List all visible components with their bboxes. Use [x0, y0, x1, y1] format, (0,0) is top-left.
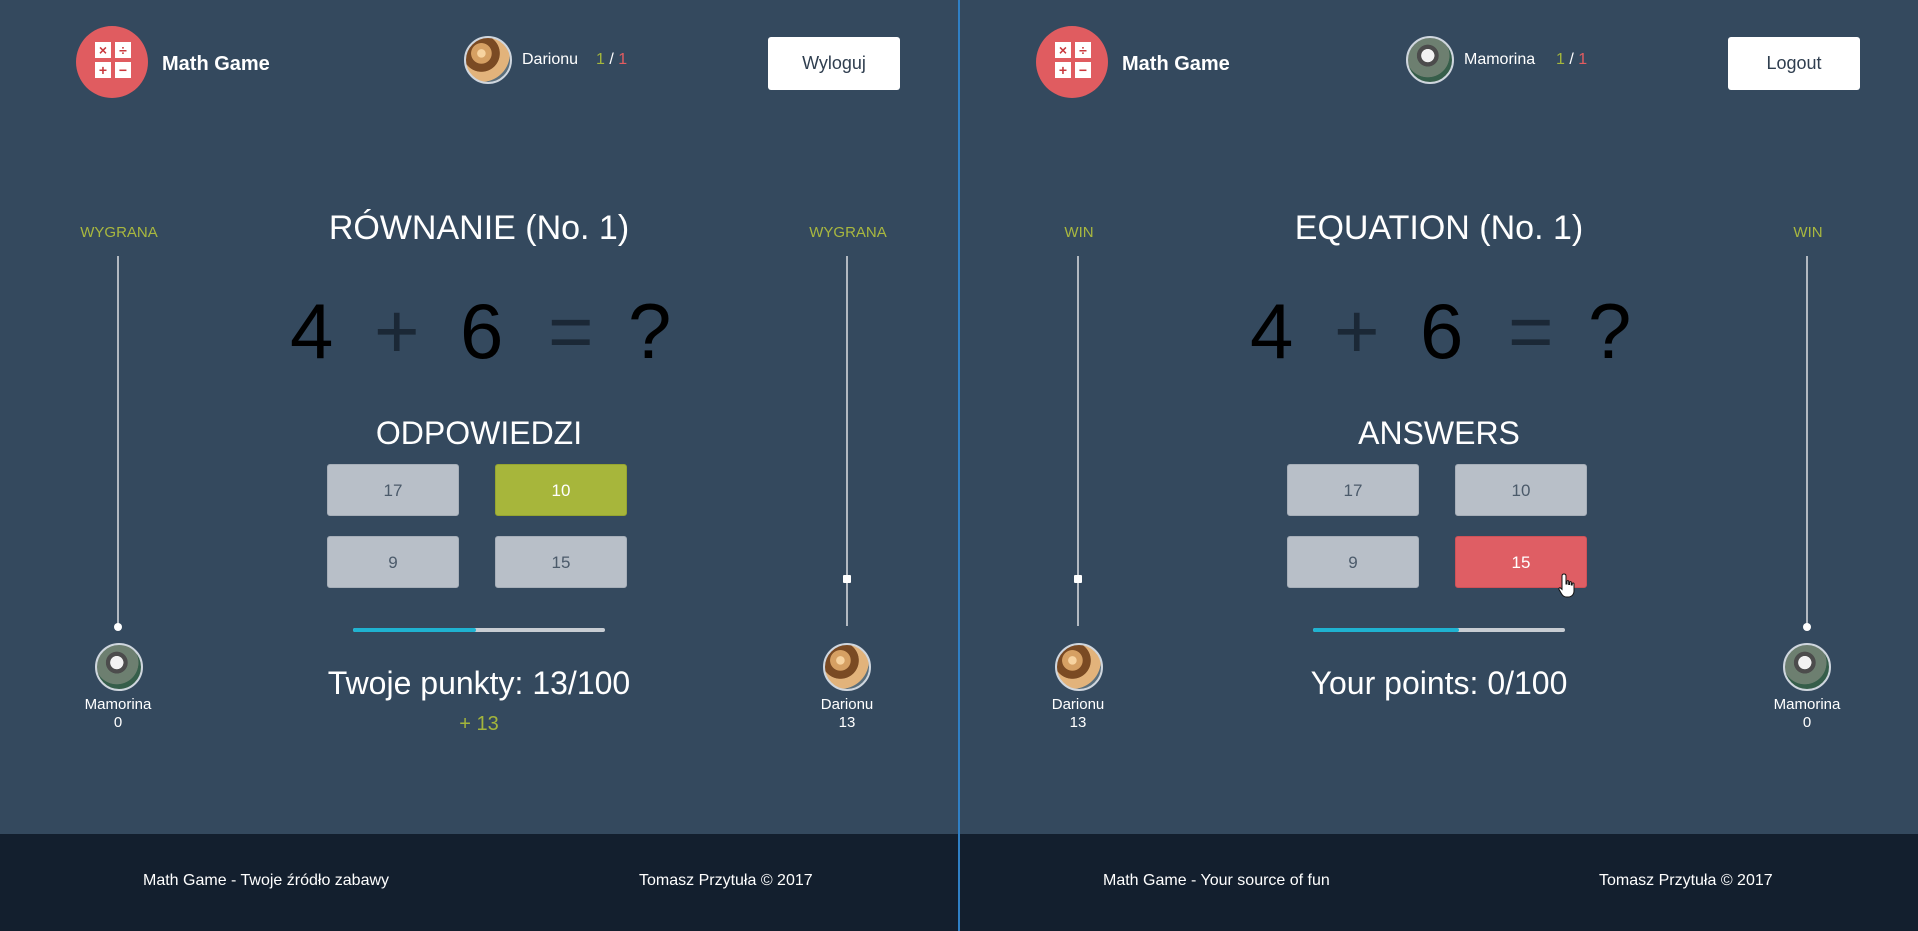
logout-button[interactable]: Logout	[1728, 37, 1860, 90]
plus-icon: +	[95, 62, 111, 78]
math-game-logo-icon[interactable]: × ÷ + −	[1036, 26, 1108, 98]
answer-button[interactable]: 15	[495, 536, 627, 588]
tiger-avatar	[1055, 643, 1103, 691]
username: Darionu	[522, 51, 579, 68]
footer: Math Game - Twoje źródło zabawy Tomasz P…	[0, 834, 958, 931]
progress-fill	[1313, 628, 1460, 632]
equals-sign: =	[1508, 287, 1554, 375]
score-separator: /	[1564, 51, 1579, 68]
answer-button[interactable]: 10	[1455, 464, 1587, 516]
player-score: 0	[1802, 714, 1812, 731]
player-name: Mamorina	[84, 696, 152, 713]
win-loss-score: 1 / 1	[596, 51, 627, 69]
plus-icon: +	[1055, 62, 1071, 78]
wins-count: 1	[596, 51, 605, 68]
operand-a: 4	[290, 287, 334, 375]
otter-avatar	[1406, 36, 1454, 84]
progress-fill	[353, 628, 477, 632]
username: Mamorina	[1464, 51, 1536, 68]
track-marker	[1074, 575, 1082, 583]
player-score: 13	[1069, 714, 1087, 731]
player-name: Darionu	[1051, 696, 1105, 713]
divide-icon: ÷	[1075, 42, 1091, 58]
operand-a: 4	[1250, 287, 1294, 375]
minus-icon: −	[1075, 62, 1091, 78]
timer-progress-bar	[1313, 628, 1565, 632]
times-icon: ×	[95, 42, 111, 58]
player-score: 13	[838, 714, 856, 731]
tiger-avatar	[823, 643, 871, 691]
divide-icon: ÷	[115, 42, 131, 58]
progress-track	[846, 256, 848, 626]
equation: 4 + 6 = ?	[960, 286, 1918, 376]
losses-count: 1	[1578, 51, 1588, 68]
player-name: Darionu	[820, 696, 874, 713]
losses-count: 1	[618, 51, 628, 68]
otter-avatar	[1783, 643, 1831, 691]
player-name: Mamorina	[1773, 696, 1841, 713]
math-game-logo-icon[interactable]: × ÷ + −	[76, 26, 148, 98]
answers-title: ODPOWIEDZI	[375, 415, 583, 451]
footer-tagline: Math Game - Twoje źródło zabawy	[143, 872, 390, 889]
otter-avatar	[95, 643, 143, 691]
brand-title[interactable]: Math Game	[1122, 52, 1230, 76]
answer-button[interactable]: 17	[327, 464, 459, 516]
win-label: WIN	[1793, 224, 1823, 241]
win-label: WYGRANA	[80, 224, 158, 241]
progress-track	[1077, 256, 1079, 626]
track-marker	[1803, 623, 1811, 631]
times-icon: ×	[1055, 42, 1071, 58]
question-mark: ?	[1588, 287, 1632, 375]
operator: +	[374, 287, 420, 375]
progress-track	[117, 256, 119, 626]
answer-button[interactable]: 17	[1287, 464, 1419, 516]
win-loss-score: 1 / 1	[1556, 51, 1587, 69]
right-game-panel: × ÷ + − Math Game Mamorina 1 / 1 Logout …	[960, 0, 1918, 931]
operator: +	[1334, 287, 1380, 375]
equals-sign: =	[548, 287, 594, 375]
left-game-panel: × ÷ + − Math Game Darionu 1 / 1 Wyloguj …	[0, 0, 958, 931]
footer-copyright: Tomasz Przytuła © 2017	[1599, 872, 1773, 889]
brand-title[interactable]: Math Game	[162, 52, 270, 76]
answer-button-correct[interactable]: 10	[495, 464, 627, 516]
player-score: 0	[113, 714, 123, 731]
answer-button[interactable]: 9	[327, 536, 459, 588]
answers-title: ANSWERS	[1358, 415, 1520, 451]
equation: 4 + 6 = ?	[0, 286, 958, 376]
wins-count: 1	[1556, 51, 1565, 68]
footer-tagline: Math Game - Your source of fun	[1103, 872, 1330, 889]
timer-progress-bar	[353, 628, 605, 632]
track-marker	[843, 575, 851, 583]
track-marker	[114, 623, 122, 631]
hand-pointer-icon	[1558, 573, 1575, 598]
score-separator: /	[604, 51, 619, 68]
operand-b: 6	[460, 287, 504, 375]
tiger-avatar	[464, 36, 512, 84]
progress-track	[1806, 256, 1808, 626]
win-label: WIN	[1064, 224, 1094, 241]
answer-button[interactable]: 9	[1287, 536, 1419, 588]
minus-icon: −	[115, 62, 131, 78]
logout-button[interactable]: Wyloguj	[768, 37, 900, 90]
operand-b: 6	[1420, 287, 1464, 375]
win-label: WYGRANA	[809, 224, 887, 241]
question-mark: ?	[628, 287, 672, 375]
footer: Math Game - Your source of fun Tomasz Pr…	[960, 834, 1918, 931]
footer-copyright: Tomasz Przytuła © 2017	[639, 872, 813, 889]
